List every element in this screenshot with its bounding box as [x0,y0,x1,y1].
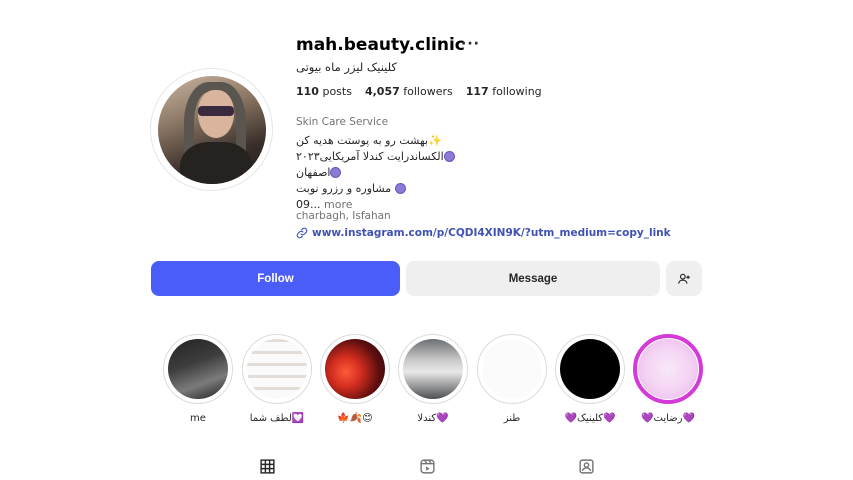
highlight-cover [325,339,385,399]
bio-line-4: مشاوره و رزرو نوبت [296,181,455,197]
posts-stat: 110 posts [296,85,352,98]
highlight-tanz[interactable]: طنز [476,334,548,424]
profile-full-name: کلینیک لیزر ماه بیوتی [296,60,397,74]
reels-icon [419,458,435,474]
profile-tabs [0,456,853,480]
highlight-cover [403,339,463,399]
story-highlights: me لطف شما💟 🍁🍂😊 کندلا💜 طنز 💜کلینیک💜 💜رضا… [160,334,720,434]
highlight-label: 💜رضایت💜 [641,413,695,424]
highlight-rezayat[interactable]: 💜رضایت💜 [632,334,704,424]
highlight-label: لطف شما💟 [249,413,305,424]
purple-circle-icon [394,183,406,194]
follow-button[interactable]: Follow [151,261,400,296]
purple-circle-icon [330,167,342,178]
profile-location: charbagh, Isfahan [296,210,391,222]
message-button[interactable]: Message [406,261,660,296]
link-icon [296,227,308,239]
add-user-icon [678,273,690,284]
avatar-image [157,75,266,184]
link-text[interactable]: www.instagram.com/p/CQDI4XIN9K/?utm_medi… [312,227,671,239]
highlight-leaves[interactable]: 🍁🍂😊 [319,334,391,424]
bio-line-1: بهشت رو به پوستت هدیه کن✨ [296,134,442,147]
profile-avatar[interactable] [150,68,273,191]
sparkles-icon: ✨ [428,134,442,147]
highlight-cover [638,339,698,399]
bio-line-3: اصفهان [296,165,455,181]
more-options-icon[interactable]: ··· [461,36,480,52]
highlight-cover [560,339,620,399]
highlight-label: me [190,413,206,424]
profile-username: mah.beauty.clinic [296,35,465,55]
highlight-label: طنز [503,413,521,424]
tagged-icon [578,458,594,474]
tab-tagged[interactable] [576,456,596,476]
bio-line-2: الکساندرایت کندلا آمریکایی۲۰۲۳ [296,149,455,165]
highlight-clinic[interactable]: 💜کلینیک💜 [554,334,626,424]
profile-external-link[interactable]: www.instagram.com/p/CQDI4XIN9K/?utm_medi… [296,227,671,239]
highlight-me[interactable]: me [162,334,234,424]
highlight-kandela[interactable]: کندلا💜 [397,334,469,424]
profile-bio: بهشت رو به پوستت هدیه کن✨ الکساندرایت کن… [296,133,455,213]
purple-circle-icon [443,151,455,162]
highlight-lotf[interactable]: لطف شما💟 [241,334,313,424]
tab-reels[interactable] [417,456,437,476]
following-stat[interactable]: 117 following [466,85,542,98]
profile-category: Skin Care Service [296,116,389,128]
highlight-cover [168,339,228,399]
suggested-users-button[interactable] [666,261,702,296]
profile-stats: 110 posts 4,057 followers 117 following [296,85,542,98]
highlight-label: 💜کلینیک💜 [564,413,616,424]
followers-stat[interactable]: 4,057 followers [365,85,453,98]
tab-posts[interactable] [257,456,277,476]
highlight-label: 🍁🍂😊 [337,413,373,424]
grid-icon [259,458,275,474]
highlight-cover [482,339,542,399]
highlight-label: کندلا💜 [417,413,449,424]
highlight-cover [247,339,307,399]
